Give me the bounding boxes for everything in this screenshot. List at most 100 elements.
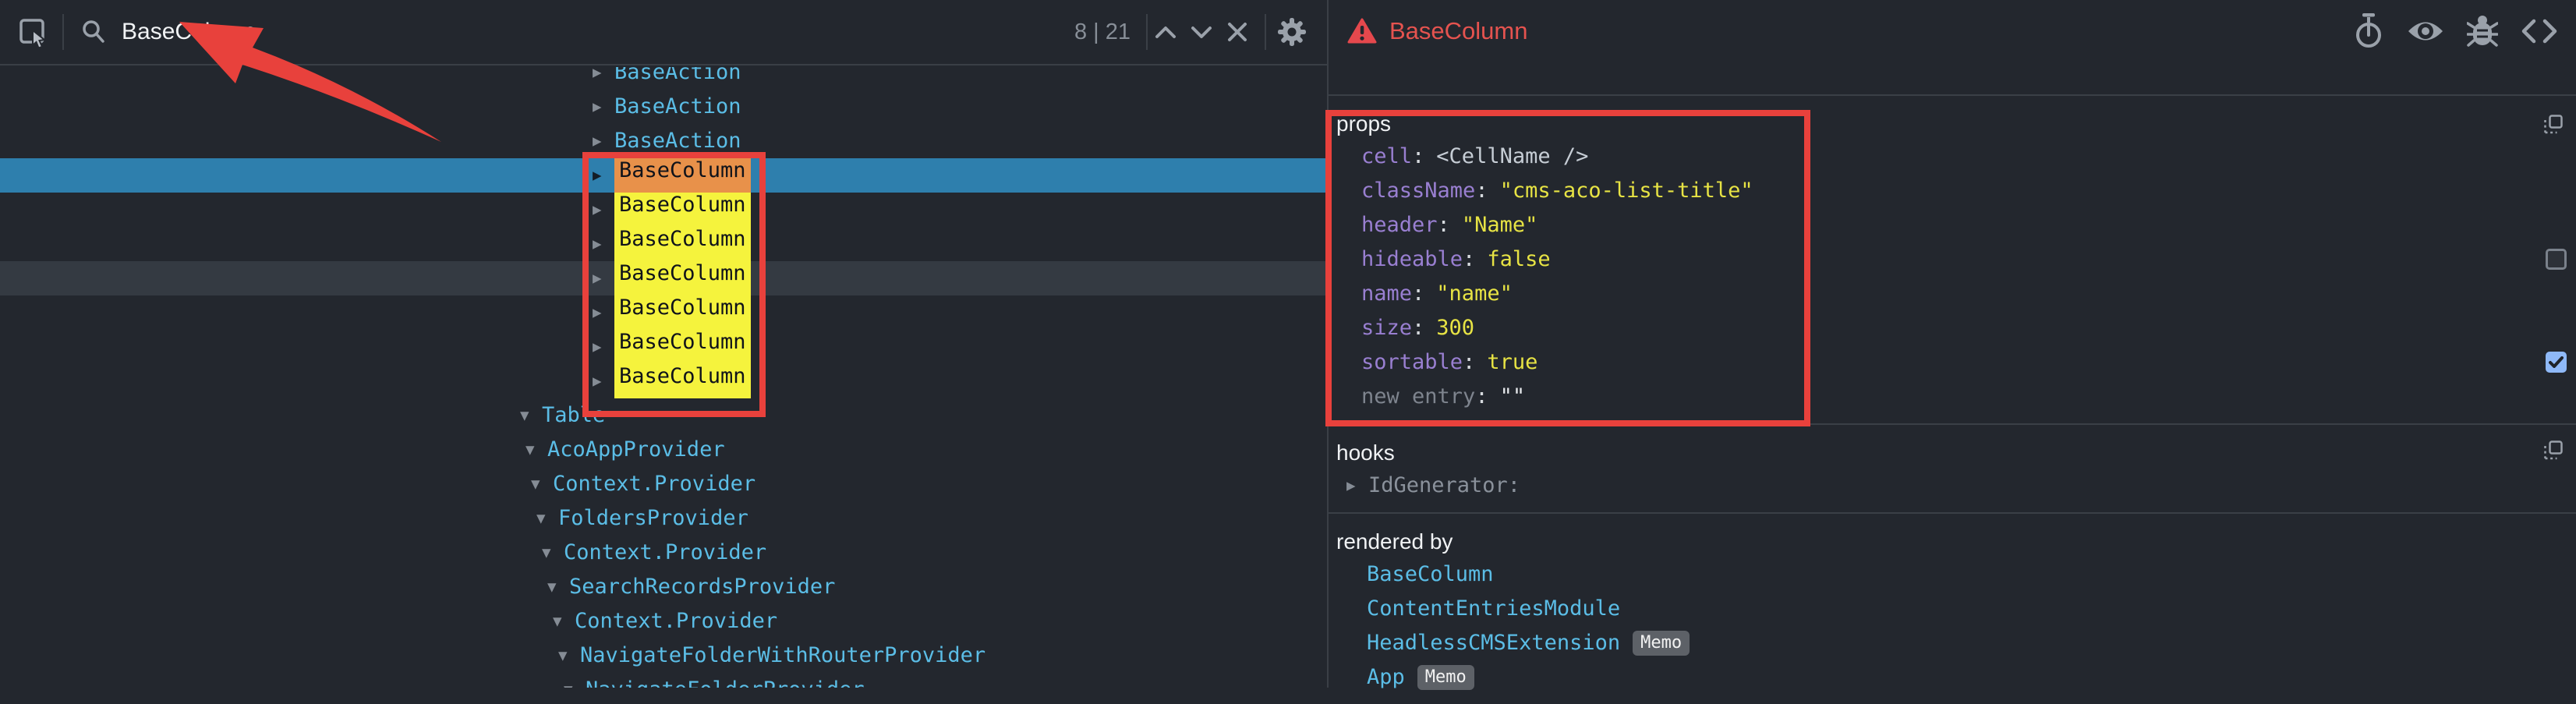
prop-value[interactable]: "" — [1500, 384, 1526, 409]
copy-hooks-icon[interactable] — [2543, 440, 2564, 461]
view-source-code-icon[interactable] — [2521, 19, 2557, 44]
toolbar-divider — [62, 14, 64, 50]
chevron-right-icon[interactable]: ▸ — [1346, 469, 1368, 503]
owner-link[interactable]: App — [1367, 660, 1405, 695]
prop-key: hideable — [1361, 247, 1463, 271]
tree-row[interactable]: ▸ BaseColumn — [0, 193, 1327, 227]
prop-colon: : — [1475, 384, 1488, 409]
tree-row[interactable]: ▸ BaseAction — [0, 90, 1327, 124]
prop-colon: : — [1475, 179, 1488, 203]
prop-checkbox-unchecked[interactable] — [2546, 249, 2567, 270]
tree-row[interactable]: ▾ NavigateFolderWithRouterProvider — [0, 639, 1327, 673]
chevron-down-icon[interactable]: ▾ — [553, 604, 575, 639]
toolbar-divider — [1265, 14, 1266, 50]
prop-key: new entry — [1361, 384, 1475, 409]
chevron-down-icon[interactable]: ▾ — [520, 398, 542, 433]
debug-bug-icon[interactable] — [2467, 14, 2498, 48]
chevron-down-icon[interactable]: ▾ — [525, 433, 547, 467]
tree-row-label: BaseColumn — [614, 227, 751, 261]
tree-row[interactable]: ▸ BaseColumn — [0, 295, 1327, 330]
tree-row-label: Context.Provider — [575, 604, 777, 639]
hook-row[interactable]: ▸ IdGenerator: — [1329, 469, 2576, 503]
inspector-header: BaseColumn — [1329, 0, 2576, 96]
tree-row[interactable]: ▾ Context.Provider — [0, 467, 1327, 501]
previous-result-button[interactable] — [1148, 14, 1184, 50]
tree-row-label: BaseColumn — [614, 193, 751, 227]
prop-row-new-entry[interactable]: new entry: "" — [1329, 380, 2576, 414]
inspect-element-icon[interactable] — [19, 16, 47, 48]
prop-value[interactable]: false — [1487, 247, 1550, 271]
prop-value[interactable]: "cms-aco-list-title" — [1500, 179, 1753, 203]
chevron-right-icon[interactable]: ▸ — [593, 295, 614, 330]
next-result-button[interactable] — [1184, 14, 1219, 50]
selected-component-title: BaseColumn — [1389, 17, 1527, 45]
chevron-right-icon[interactable]: ▸ — [593, 193, 614, 227]
prop-row[interactable]: hideable:false — [1329, 242, 2576, 277]
tree-row-hovered[interactable]: ▸ BaseColumn — [0, 261, 1327, 295]
settings-gear-icon[interactable] — [1274, 14, 1310, 50]
chevron-down-icon[interactable]: ▾ — [558, 639, 580, 673]
prop-row[interactable]: cell:<CellName /> — [1329, 140, 2576, 174]
owner-link[interactable]: HeadlessCMSExtension — [1367, 626, 1620, 660]
tree-row-label: FoldersProvider — [558, 501, 748, 536]
tree-row-label: Context.Provider — [564, 536, 766, 570]
tree-row-label: SearchRecordsProvider — [569, 570, 835, 604]
chevron-down-icon[interactable]: ▾ — [564, 673, 586, 688]
hook-label: IdGenerator: — [1368, 469, 1520, 503]
prop-colon: : — [1412, 316, 1424, 340]
tree-row[interactable]: ▾ Context.Provider — [0, 536, 1327, 570]
suspense-timer-icon[interactable] — [2353, 13, 2384, 49]
tree-row[interactable]: ▸ BaseColumn — [0, 330, 1327, 364]
tree-row[interactable]: ▾ NavigateFolderProvider — [0, 673, 1327, 688]
search-input[interactable] — [122, 19, 1062, 45]
chevron-down-icon[interactable]: ▾ — [536, 501, 558, 536]
prop-row[interactable]: header:"Name" — [1329, 208, 2576, 242]
rendered-by-item: BaseColumn — [1329, 557, 2576, 592]
prop-value[interactable]: 300 — [1436, 316, 1474, 340]
tree-row-label: NavigateFolderWithRouterProvider — [580, 639, 985, 673]
tree-row[interactable]: ▾ Context.Provider — [0, 604, 1327, 639]
prop-value[interactable]: true — [1487, 350, 1537, 374]
prop-value[interactable]: "Name" — [1462, 213, 1538, 237]
clear-search-icon[interactable] — [1219, 14, 1255, 50]
hooks-section: hooks ▸ IdGenerator: — [1329, 425, 2576, 514]
owner-link[interactable]: BaseColumn — [1367, 557, 1494, 592]
chevron-right-icon[interactable]: ▸ — [593, 330, 614, 364]
chevron-right-icon[interactable]: ▸ — [593, 124, 614, 158]
prop-value[interactable]: "name" — [1436, 281, 1513, 306]
inspect-dom-eye-icon[interactable] — [2408, 19, 2443, 44]
prop-checkbox-checked[interactable] — [2546, 352, 2567, 373]
tree-row[interactable]: ▾ AcoAppProvider — [0, 433, 1327, 467]
tree-row[interactable]: ▾ Table — [0, 398, 1327, 433]
rendered-by-item: HeadlessCMSExtension Memo — [1329, 626, 2576, 660]
search-result-count: 8 | 21 — [1074, 19, 1131, 45]
tree-row[interactable]: ▸ BaseAction — [0, 124, 1327, 158]
prop-row[interactable]: name:"name" — [1329, 277, 2576, 311]
tree-row-selected[interactable]: ▸ BaseColumn — [0, 158, 1327, 193]
tree-row-label: Context.Provider — [553, 467, 755, 501]
chevron-right-icon[interactable]: ▸ — [593, 261, 614, 295]
chevron-right-icon[interactable]: ▸ — [593, 364, 614, 398]
owner-link[interactable]: ContentEntriesModule — [1367, 592, 1620, 626]
chevron-down-icon[interactable]: ▾ — [547, 570, 569, 604]
chevron-down-icon[interactable]: ▾ — [542, 536, 564, 570]
prop-colon: : — [1412, 144, 1424, 168]
tree-row[interactable]: ▸ BaseColumn — [0, 227, 1327, 261]
chevron-right-icon[interactable]: ▸ — [593, 158, 614, 193]
tree-row[interactable]: ▾ FoldersProvider — [0, 501, 1327, 536]
prop-row[interactable]: sortable:true — [1329, 345, 2576, 380]
rendered-by-item: App Memo — [1329, 660, 2576, 695]
copy-props-icon[interactable] — [2543, 115, 2564, 135]
tree-row[interactable]: ▸ BaseAction — [0, 67, 1327, 90]
tree-row-label: NavigateFolderProvider — [586, 673, 865, 688]
prop-row[interactable]: size:300 — [1329, 311, 2576, 345]
chevron-right-icon[interactable]: ▸ — [593, 90, 614, 124]
chevron-right-icon[interactable]: ▸ — [593, 67, 614, 90]
tree-toolbar: 8 | 21 — [0, 0, 1327, 65]
prop-row[interactable]: className:"cms-aco-list-title" — [1329, 174, 2576, 208]
chevron-right-icon[interactable]: ▸ — [593, 227, 614, 261]
tree-row[interactable]: ▸ BaseColumn — [0, 364, 1327, 398]
components-tree-panel: 8 | 21 — [0, 0, 1327, 688]
chevron-down-icon[interactable]: ▾ — [531, 467, 553, 501]
tree-row[interactable]: ▾ SearchRecordsProvider — [0, 570, 1327, 604]
